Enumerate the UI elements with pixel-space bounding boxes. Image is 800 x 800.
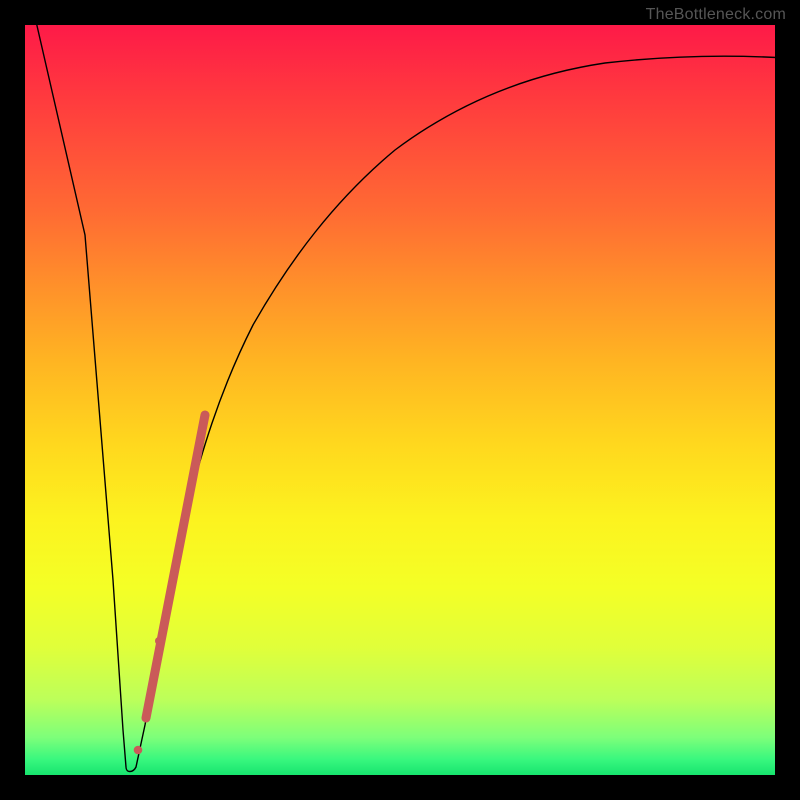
hardware-point-icon [155,637,163,645]
chart-stage: TheBottleneck.com [0,0,800,800]
hardware-point-icon [149,674,156,681]
chart-svg [25,25,775,775]
hardware-point-icon [134,746,143,755]
watermark-text: TheBottleneck.com [646,6,786,24]
bottleneck-curve [35,17,785,772]
similar-hardware-band [146,415,205,718]
